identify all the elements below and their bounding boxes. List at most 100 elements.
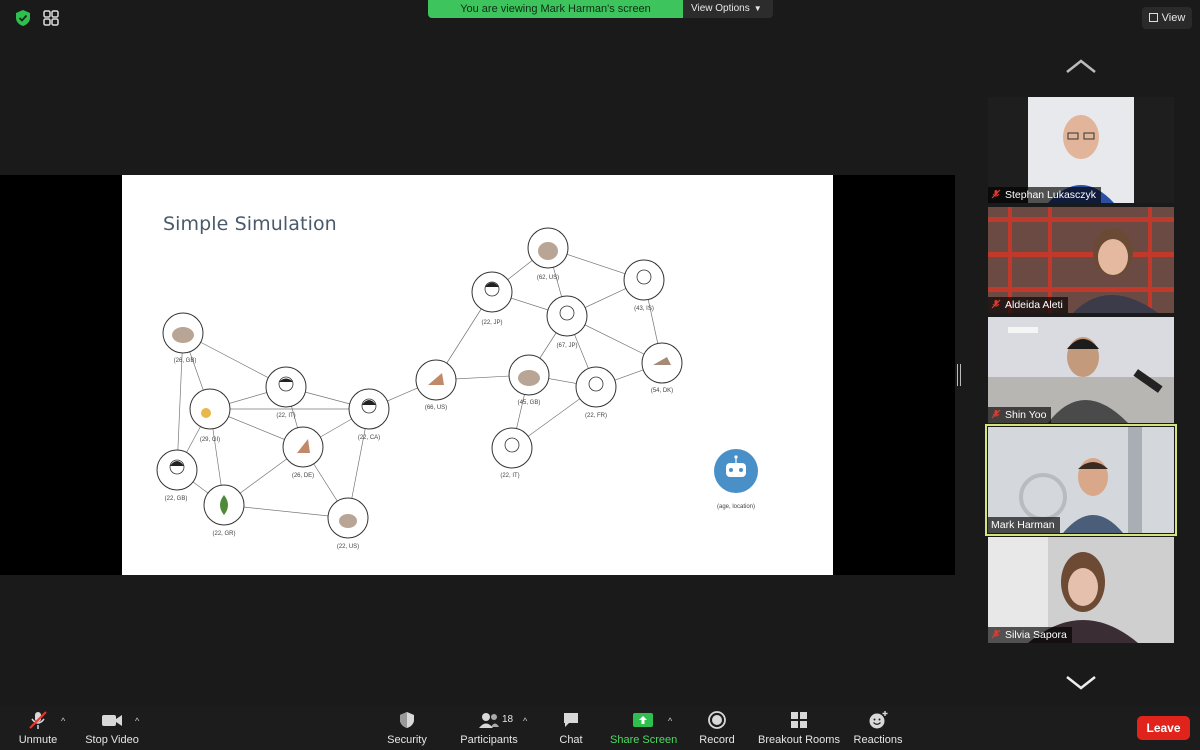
robot-legend: (age, location) [714, 449, 758, 510]
graph-node [491, 427, 533, 469]
breakout-rooms-icon [791, 712, 807, 728]
muted-mic-icon [991, 629, 1001, 639]
participant-name-label: Aldeida Aleti [1005, 299, 1063, 311]
unmute-label: Unmute [18, 734, 58, 746]
chevron-down-icon: ▼ [753, 4, 762, 13]
reactions-button[interactable]: Reactions [853, 710, 903, 746]
node-label: (62, US) [537, 275, 559, 281]
reactions-label: Reactions [853, 734, 903, 746]
stop-video-label: Stop Video [85, 734, 139, 746]
node-label: (54, DK) [651, 388, 673, 394]
participant-name: Stephan Lukasczyk [988, 187, 1102, 203]
social-graph: (62, US) (43, IS) (22, JP) (67, JP) (54,… [156, 227, 758, 550]
view-button[interactable]: View [1142, 7, 1192, 29]
node-label: (43, IS) [634, 306, 654, 312]
security-button[interactable]: Security [383, 710, 431, 746]
participants-count: 18 [502, 714, 514, 725]
participant-tile[interactable]: Shin Yoo [988, 317, 1174, 423]
graph-node [575, 366, 617, 408]
participant-name-label: Silvia Sapora [1005, 629, 1067, 641]
stop-video-button[interactable]: Stop Video [84, 710, 140, 746]
share-screen-icon [633, 713, 653, 727]
node-label: (22, JP) [481, 320, 502, 326]
record-button[interactable]: Record [697, 710, 737, 746]
zoom-meeting-window: You are viewing Mark Harman's screen Vie… [0, 0, 1200, 750]
node-label: (22, US) [337, 544, 359, 550]
participant-name-label: Stephan Lukasczyk [1005, 189, 1097, 201]
audio-options-caret-icon[interactable]: ^ [61, 716, 65, 726]
participants-icon [479, 713, 499, 728]
chat-label: Chat [559, 734, 583, 746]
graph-node [265, 366, 307, 408]
graph-node [348, 388, 390, 430]
node-label: (22, FR) [585, 413, 607, 419]
presentation-slide: Simple Simulation (62, US) (43, IS) (22,… [122, 175, 833, 575]
node-label: (26, GB) [174, 358, 197, 364]
scroll-up-chevron-icon[interactable] [1064, 56, 1098, 76]
node-label: (22, IT) [276, 413, 295, 419]
breakout-rooms-button[interactable]: Breakout Rooms [758, 710, 840, 746]
graph-node [156, 449, 198, 491]
chat-bubble-icon [564, 713, 578, 727]
node-label: (67, JP) [556, 343, 577, 349]
view-options-button[interactable]: View Options ▼ [683, 0, 773, 18]
participant-name: Shin Yoo [988, 407, 1052, 423]
graph-node [189, 388, 231, 430]
participant-name: Aldeida Aleti [988, 297, 1068, 313]
view-label: View [1161, 12, 1186, 24]
muted-mic-icon [29, 711, 47, 729]
share-options-caret-icon[interactable]: ^ [668, 716, 672, 726]
share-screen-button[interactable]: Share Screen [610, 710, 678, 746]
bicycle-avatar-icon [201, 408, 211, 418]
participant-name-label: Mark Harman [991, 519, 1055, 531]
node-label: (22, CA) [358, 435, 380, 441]
node-label: (22, GB) [165, 496, 188, 502]
unmute-button[interactable]: Unmute [14, 710, 62, 746]
panel-resize-handle[interactable] [957, 364, 961, 386]
node-label: (66, US) [425, 405, 447, 411]
record-icon [708, 711, 726, 729]
muted-mic-icon [991, 409, 1001, 419]
breakout-rooms-label: Breakout Rooms [758, 734, 840, 746]
node-label: (45, GB) [518, 400, 541, 406]
viewing-screen-banner: You are viewing Mark Harman's screen [428, 0, 683, 18]
participants-label: Participants [460, 734, 518, 746]
encryption-shield-icon[interactable] [14, 9, 32, 27]
participants-options-caret-icon[interactable]: ^ [523, 716, 527, 726]
participant-tile[interactable]: Stephan Lukasczyk [988, 97, 1174, 203]
participant-name: Mark Harman [988, 517, 1060, 533]
cat-avatar-icon [172, 327, 194, 343]
video-camera-icon [102, 715, 122, 726]
leave-button[interactable]: Leave [1137, 716, 1190, 740]
graph-node [623, 259, 665, 301]
node-label: (22, IT) [500, 473, 519, 479]
meeting-toolbar: Unmute ^ Stop Video ^ Security Participa… [0, 706, 1200, 750]
participant-name: Silvia Sapora [988, 627, 1072, 643]
view-options-label: View Options [691, 3, 750, 14]
security-shield-icon [400, 712, 414, 728]
graph-node [546, 295, 588, 337]
view-layout-icon [1148, 13, 1158, 22]
legend-label: (age, location) [717, 504, 755, 510]
share-screen-label: Share Screen [610, 734, 678, 746]
reactions-emoji-icon [869, 711, 888, 729]
participant-tile-active-speaker[interactable]: Mark Harman [985, 424, 1177, 536]
participant-tile[interactable]: Aldeida Aleti [988, 207, 1174, 313]
cat-avatar-icon [538, 242, 558, 260]
graph-node [471, 271, 513, 313]
node-label: (26, DE) [292, 473, 314, 479]
gallery-grid-icon[interactable] [41, 8, 61, 28]
scroll-down-chevron-icon[interactable] [1064, 673, 1098, 693]
participant-name-label: Shin Yoo [1005, 409, 1047, 421]
chat-button[interactable]: Chat [552, 710, 590, 746]
shared-screen: Simple Simulation (62, US) (43, IS) (22,… [0, 175, 955, 575]
record-label: Record [699, 734, 735, 746]
cat-avatar-icon [339, 514, 357, 528]
video-options-caret-icon[interactable]: ^ [135, 716, 139, 726]
muted-mic-icon [991, 189, 1001, 199]
muted-mic-icon [991, 299, 1001, 309]
participant-tile[interactable]: Silvia Sapora [988, 537, 1174, 643]
security-label: Security [387, 734, 427, 746]
cat-avatar-icon [518, 370, 540, 386]
node-label: (22, GR) [212, 531, 235, 537]
